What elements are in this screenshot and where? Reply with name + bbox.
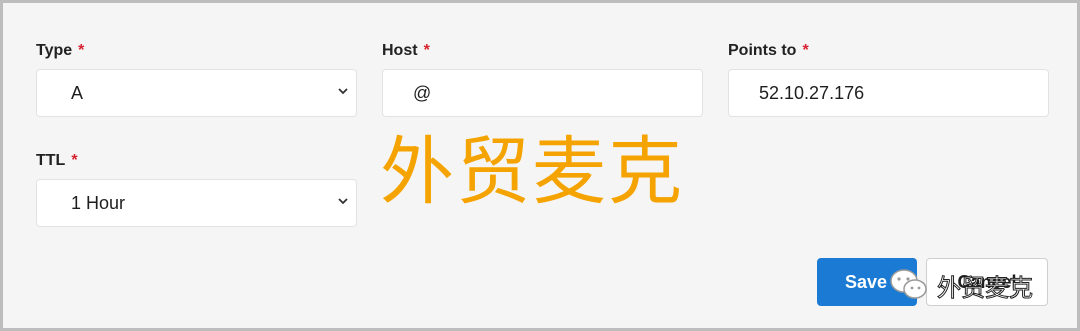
required-mark: * xyxy=(71,152,78,169)
dns-record-form: Type * A Host * @ Points to * 52.10.27.176 … xyxy=(0,0,1080,331)
required-mark: * xyxy=(78,42,85,59)
points-to-input[interactable]: 52.10.27.176 xyxy=(728,69,1049,117)
required-mark: * xyxy=(423,42,430,59)
type-select[interactable]: A xyxy=(36,69,357,117)
watermark-overlay: 外贸麦克 xyxy=(889,265,1049,305)
ttl-select[interactable]: 1 Hour xyxy=(36,179,357,227)
required-mark: * xyxy=(802,42,809,59)
chevron-down-icon xyxy=(338,198,348,205)
type-label-text: Type xyxy=(36,42,73,59)
points-to-label: Points to * xyxy=(728,42,809,60)
points-to-label-text: Points to xyxy=(728,42,797,59)
watermark-text: 外贸麦克 xyxy=(380,129,684,215)
ttl-select-value: 1 Hour xyxy=(71,192,126,213)
wechat-icon xyxy=(890,269,927,299)
ttl-label-text: TTL xyxy=(36,152,66,169)
host-input[interactable]: @ xyxy=(382,69,703,117)
type-select-value: A xyxy=(71,82,84,103)
points-to-input-value: 52.10.27.176 xyxy=(759,82,865,103)
type-label: Type * xyxy=(36,42,84,60)
ttl-label: TTL * xyxy=(36,152,78,170)
chevron-down-icon xyxy=(338,88,348,95)
host-input-value: @ xyxy=(413,82,432,103)
host-label-text: Host xyxy=(382,42,418,59)
host-label: Host * xyxy=(382,42,430,60)
watermark-overlay-text: 外贸麦克 xyxy=(937,273,1034,302)
